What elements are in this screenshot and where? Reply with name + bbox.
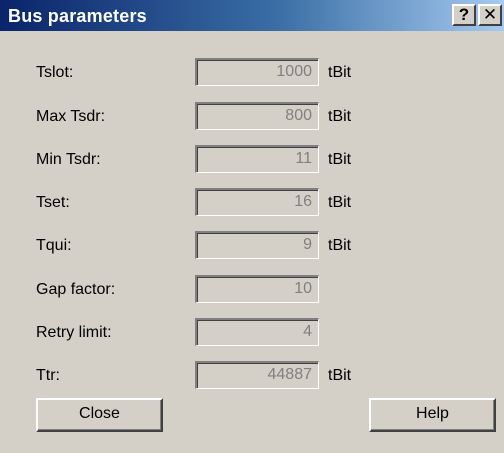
tqui-unit: tBit: [328, 237, 352, 254]
tslot-field: 1000: [195, 58, 319, 86]
tset-unit: tBit: [328, 194, 352, 211]
min-tsdr-label: Min Tsdr:: [36, 151, 101, 168]
tqui-field: 9: [195, 231, 319, 259]
bus-parameters-dialog: Bus parameters ? ✕ Tslot: 1000 tBit Max …: [0, 0, 504, 453]
dialog-title: Bus parameters: [8, 6, 147, 26]
ttr-label: Ttr:: [36, 367, 60, 384]
max-tsdr-field: 800: [195, 102, 319, 130]
gap-factor-label: Gap factor:: [36, 281, 116, 298]
retry-limit-label: Retry limit:: [36, 324, 112, 341]
close-button[interactable]: Close: [36, 398, 163, 432]
retry-limit-field: 4: [195, 318, 319, 346]
tqui-label: Tqui:: [36, 237, 72, 254]
close-icon[interactable]: ✕: [478, 4, 502, 26]
help-icon[interactable]: ?: [452, 4, 476, 26]
tset-label: Tset:: [36, 194, 70, 211]
gap-factor-field: 10: [195, 275, 319, 303]
tset-field: 16: [195, 188, 319, 216]
help-button[interactable]: Help: [369, 398, 496, 432]
min-tsdr-unit: tBit: [328, 151, 352, 168]
tslot-label: Tslot:: [36, 64, 74, 81]
title-bar[interactable]: Bus parameters ? ✕: [0, 0, 504, 31]
max-tsdr-unit: tBit: [328, 108, 352, 125]
ttr-unit: tBit: [328, 367, 352, 384]
min-tsdr-field: 11: [195, 145, 319, 173]
tslot-unit: tBit: [328, 64, 352, 81]
ttr-field: 44887: [195, 361, 319, 389]
max-tsdr-label: Max Tsdr:: [36, 108, 106, 125]
